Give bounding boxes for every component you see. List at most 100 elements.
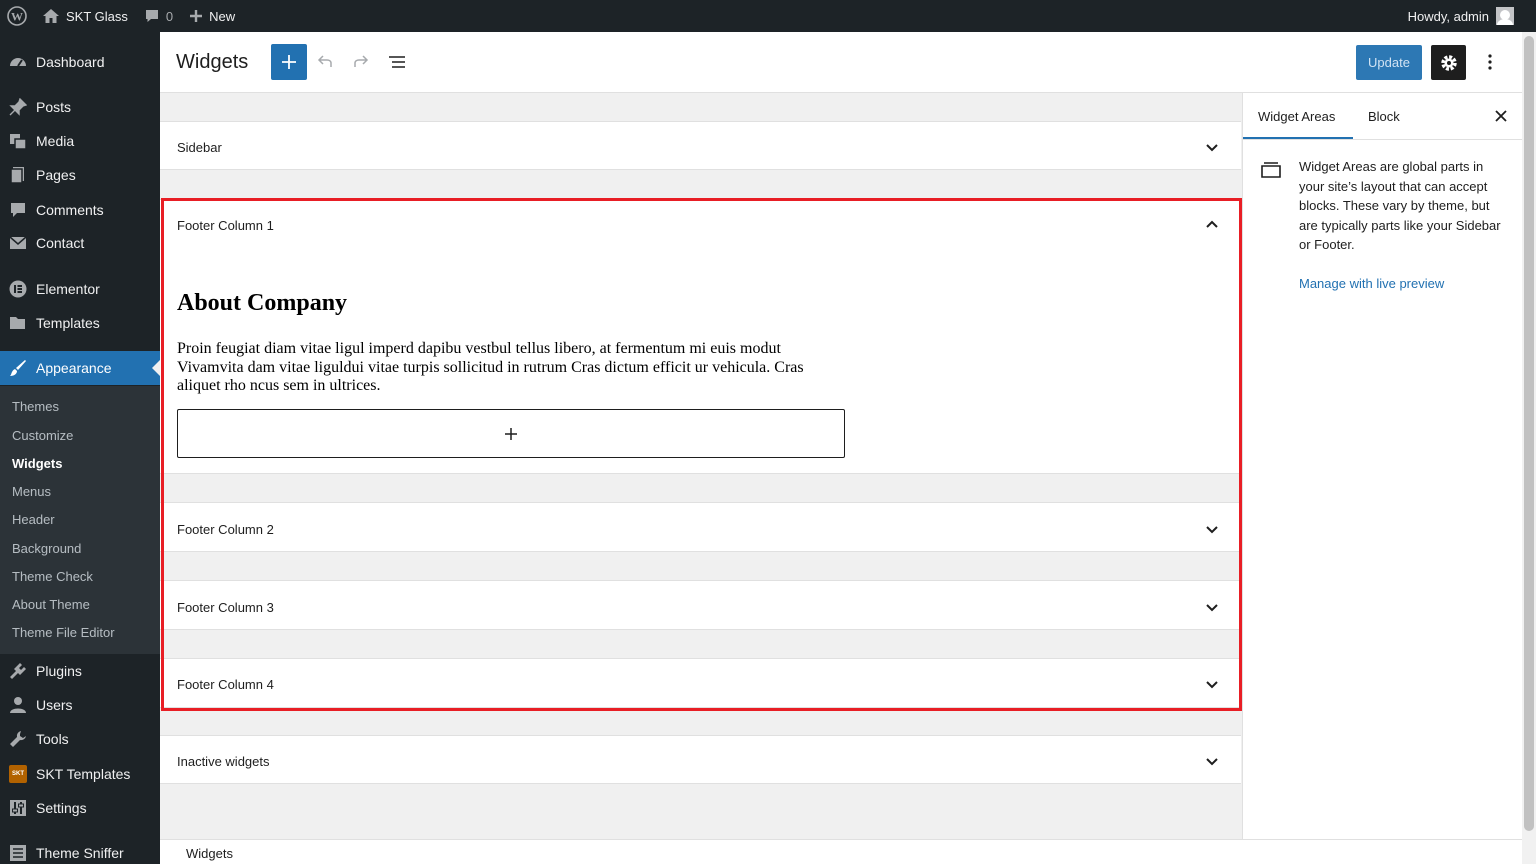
submenu-menus[interactable]: Menus	[12, 484, 51, 499]
svg-text:W: W	[11, 10, 23, 24]
settings-sidebar: Widget Areas Block Widget Areas are glob…	[1242, 93, 1523, 839]
widget-area-title: Inactive widgets	[177, 754, 270, 769]
my-account-link[interactable]: Howdy, admin	[1400, 0, 1536, 32]
settings-icon	[8, 798, 28, 818]
menu-label: Theme Sniffer	[36, 845, 124, 861]
tab-block[interactable]: Block	[1368, 109, 1400, 124]
chevron-down-icon[interactable]	[1202, 138, 1222, 158]
submenu-theme-check[interactable]: Theme Check	[12, 569, 93, 584]
submenu-background[interactable]: Background	[12, 541, 81, 556]
menu-item-theme-sniffer[interactable]: Theme Sniffer	[0, 836, 160, 864]
list-icon	[8, 843, 28, 863]
submenu-widgets[interactable]: Widgets	[12, 456, 62, 471]
submenu-about-theme[interactable]: About Theme	[12, 597, 90, 612]
more-options-button[interactable]	[1478, 50, 1502, 74]
pin-icon	[8, 97, 28, 117]
new-content-link[interactable]: New	[181, 0, 243, 32]
widget-heading[interactable]: About Company	[177, 290, 347, 317]
menu-item-settings[interactable]: Settings	[0, 791, 160, 825]
widget-area-title: Sidebar	[177, 140, 222, 155]
howdy-text: Howdy, admin	[1407, 8, 1489, 24]
widget-area-title: Footer Column 1	[177, 218, 274, 233]
elementor-icon	[8, 279, 28, 299]
folder-icon	[8, 313, 28, 333]
comment-bubble-icon	[144, 8, 160, 24]
scrollbar-thumb[interactable]	[1524, 36, 1534, 831]
submenu-themes[interactable]: Themes	[12, 399, 59, 414]
menu-item-pages[interactable]: Pages	[0, 158, 160, 192]
submenu-theme-file-editor[interactable]: Theme File Editor	[12, 625, 115, 640]
wrench-icon	[8, 729, 28, 749]
menu-label: Contact	[36, 235, 85, 251]
manage-live-preview-link[interactable]: Manage with live preview	[1299, 276, 1444, 291]
breadcrumb[interactable]: Widgets	[186, 846, 233, 861]
submenu-header[interactable]: Header	[12, 512, 55, 527]
menu-item-comments[interactable]: Comments	[0, 193, 160, 227]
widget-area-title: Footer Column 3	[177, 600, 274, 615]
update-button[interactable]: Update	[1356, 45, 1422, 80]
plugin-icon	[8, 661, 28, 681]
menu-label: Users	[36, 697, 73, 713]
widget-area-icon	[1261, 162, 1281, 178]
menu-label: Templates	[36, 315, 100, 331]
redo-icon	[354, 55, 369, 67]
widget-area-title: Footer Column 2	[177, 522, 274, 537]
chevron-up-icon[interactable]	[1202, 214, 1222, 234]
widget-paragraph[interactable]: Proin feugiat diam vitae ligul imperd da…	[177, 340, 827, 396]
redo-button[interactable]	[349, 50, 373, 74]
tab-widget-areas[interactable]: Widget Areas	[1258, 109, 1335, 124]
widget-area-title: Footer Column 4	[177, 677, 274, 692]
appearance-submenu: Themes Customize Widgets Menus Header Ba…	[0, 386, 160, 654]
widget-area-footer-column-3[interactable]: Footer Column 3	[160, 580, 1241, 630]
settings-button[interactable]	[1431, 45, 1466, 80]
panel-description: Widget Areas are global parts in your si…	[1299, 159, 1501, 252]
menu-label: Media	[36, 133, 75, 149]
site-name-link[interactable]: SKT Glass	[34, 0, 136, 32]
page-scrollbar[interactable]	[1522, 32, 1536, 864]
menu-item-plugins[interactable]: Plugins	[0, 654, 160, 688]
chevron-down-icon[interactable]	[1202, 520, 1222, 540]
menu-label: Settings	[36, 800, 87, 816]
widget-area-footer-column-4[interactable]: Footer Column 4	[160, 658, 1241, 708]
menu-label: Dashboard	[36, 54, 105, 70]
admin-bar: W SKT Glass 0 New Howdy, admin	[0, 0, 1536, 32]
wordpress-logo-icon[interactable]: W	[0, 0, 34, 32]
block-appender-button[interactable]	[177, 409, 845, 458]
widget-area-inactive-widgets[interactable]: Inactive widgets	[160, 735, 1241, 784]
submenu-customize[interactable]: Customize	[12, 428, 73, 443]
menu-label: Pages	[36, 167, 76, 183]
chevron-down-icon[interactable]	[1202, 598, 1222, 618]
menu-item-skt-templates[interactable]: SKT SKT Templates	[0, 757, 160, 791]
avatar	[1496, 7, 1514, 25]
add-block-button[interactable]	[271, 44, 307, 80]
menu-label: Elementor	[36, 281, 100, 297]
menu-label: Tools	[36, 731, 69, 747]
new-label: New	[209, 8, 236, 24]
menu-item-tools[interactable]: Tools	[0, 722, 160, 756]
widget-area-sidebar[interactable]: Sidebar	[160, 121, 1241, 170]
undo-button[interactable]	[313, 50, 337, 74]
comments-link[interactable]: 0	[136, 0, 181, 32]
chevron-down-icon[interactable]	[1202, 752, 1222, 772]
menu-label: Posts	[36, 99, 72, 115]
menu-label: Plugins	[36, 663, 82, 679]
menu-item-templates[interactable]: Templates	[0, 306, 160, 340]
menu-label: SKT Templates	[36, 766, 131, 782]
active-tab-indicator	[1243, 137, 1353, 139]
site-name: SKT Glass	[66, 8, 128, 24]
menu-item-users[interactable]: Users	[0, 688, 160, 722]
list-view-icon	[389, 56, 405, 68]
page-icon	[8, 165, 28, 185]
footer-breadcrumb-bar: Widgets	[160, 839, 1522, 864]
admin-menu: Dashboard Posts Media Pages Comments Con…	[0, 32, 160, 864]
close-icon[interactable]	[1491, 106, 1511, 126]
menu-item-elementor[interactable]: Elementor	[0, 272, 160, 306]
widget-area-footer-column-2[interactable]: Footer Column 2	[160, 502, 1241, 552]
menu-item-contact[interactable]: Contact	[0, 226, 160, 260]
menu-item-media[interactable]: Media	[0, 124, 160, 158]
menu-item-dashboard[interactable]: Dashboard	[0, 45, 160, 79]
list-view-button[interactable]	[385, 50, 409, 74]
chevron-down-icon[interactable]	[1202, 675, 1222, 695]
menu-item-appearance[interactable]: Appearance	[0, 351, 160, 385]
menu-item-posts[interactable]: Posts	[0, 90, 160, 124]
